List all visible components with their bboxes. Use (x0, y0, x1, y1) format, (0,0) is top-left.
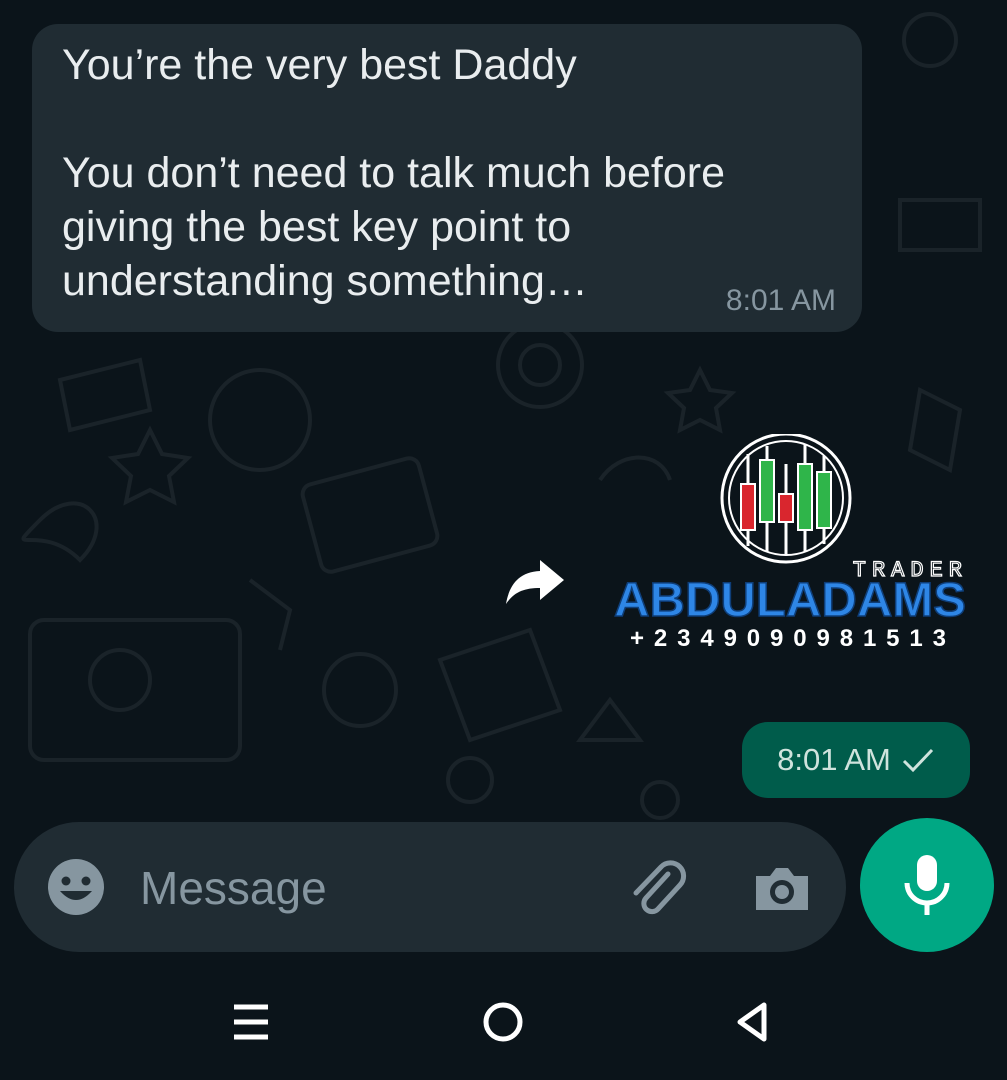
back-icon[interactable] (718, 987, 788, 1057)
system-navigation-bar (0, 965, 1007, 1080)
incoming-message-time: 8:01 AM (725, 284, 836, 317)
shared-image-logo[interactable]: TRADER ABDULADAMS +2349090981513 (608, 434, 974, 654)
camera-icon[interactable] (750, 856, 814, 920)
incoming-message-text: You’re the very best Daddy You don’t nee… (62, 41, 725, 305)
candlestick-emblem-icon (720, 434, 852, 564)
incoming-message-bubble[interactable]: You’re the very best Daddy You don’t nee… (32, 24, 862, 332)
logo-name: ABDULADAMS (614, 574, 966, 627)
paperclip-icon[interactable] (622, 854, 692, 924)
outgoing-message-time: 8:01 AM (777, 742, 891, 777)
logo-phone: +2349090981513 (630, 625, 946, 652)
microphone-icon (904, 855, 950, 915)
emoji-icon[interactable] (44, 855, 108, 919)
home-icon[interactable] (468, 987, 538, 1057)
forward-icon (506, 560, 564, 604)
single-check-icon (902, 748, 933, 773)
message-composer (14, 822, 846, 952)
message-input[interactable] (138, 852, 592, 924)
forward-button[interactable] (502, 548, 568, 614)
outgoing-message-status: 8:01 AM (742, 722, 970, 798)
voice-message-button[interactable] (860, 818, 994, 952)
recent-apps-icon[interactable] (216, 987, 286, 1057)
